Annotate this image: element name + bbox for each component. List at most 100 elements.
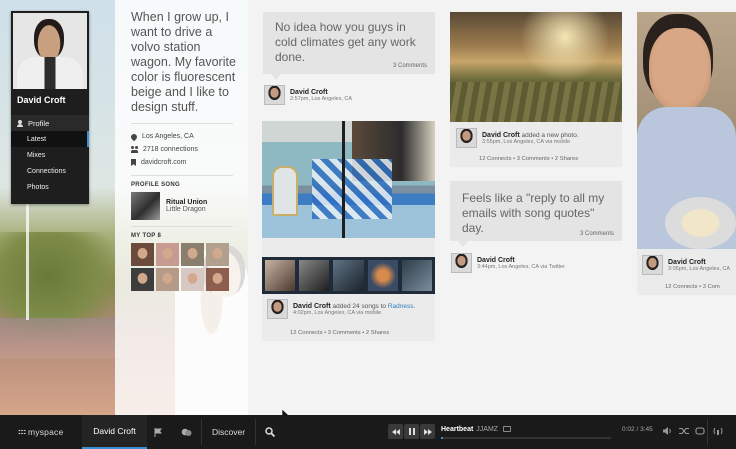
author-name[interactable]: David Croft bbox=[482, 132, 520, 139]
song-thumb-1[interactable] bbox=[265, 260, 296, 291]
top8-friend-avatar[interactable] bbox=[131, 268, 154, 291]
image-blue-stripes bbox=[312, 159, 392, 219]
profile-card: David Croft Profile Latest Mixes Connect… bbox=[11, 11, 89, 204]
bar-divider bbox=[255, 419, 256, 445]
menu-profile-label: Profile bbox=[28, 118, 50, 128]
songs-post-card[interactable]: David Croft added 24 songs to Radness. 4… bbox=[262, 121, 435, 341]
website-row[interactable]: davidcroft.com bbox=[131, 156, 233, 169]
location-text: Los Angeles, CA bbox=[142, 133, 194, 140]
song-artist[interactable]: Little Dragon bbox=[166, 206, 207, 213]
post-stats[interactable]: 12 Connects • 3 Comments • 2 Shares bbox=[290, 330, 389, 336]
background-pole bbox=[26, 200, 29, 320]
photo-sun-glow bbox=[520, 12, 610, 82]
top8-friend-avatar[interactable] bbox=[156, 268, 179, 291]
photo-post-card[interactable]: David Croft added a new photo. 3:55pm, L… bbox=[450, 12, 622, 167]
connections-text[interactable]: 2718 connections bbox=[143, 146, 198, 153]
flag-icon[interactable] bbox=[154, 415, 163, 449]
previous-track-button[interactable] bbox=[388, 424, 403, 439]
track-artist[interactable]: JJAMZ bbox=[476, 426, 498, 433]
menu-item-mixes[interactable]: Mixes bbox=[11, 147, 89, 163]
info-icon[interactable] bbox=[503, 426, 512, 433]
menu-item-latest[interactable]: Latest bbox=[11, 131, 89, 147]
nav-user-profile[interactable]: David Croft bbox=[82, 415, 147, 449]
top8-friend-avatar[interactable] bbox=[181, 243, 204, 266]
menu-item-connections[interactable]: Connections bbox=[11, 163, 89, 179]
author-avatar[interactable] bbox=[456, 128, 477, 148]
song-thumb-4[interactable] bbox=[367, 260, 398, 291]
playlist-link[interactable]: Radness. bbox=[388, 303, 415, 310]
top8-friend-avatar[interactable] bbox=[181, 268, 204, 291]
comments-link[interactable]: 3 Comments bbox=[580, 231, 614, 237]
track-time: 0:02 / 3:45 bbox=[622, 426, 653, 433]
volume-icon[interactable] bbox=[663, 427, 672, 437]
location-row: Los Angeles, CA bbox=[129, 130, 233, 143]
top8-friend-avatar[interactable] bbox=[156, 243, 179, 266]
post-meta: 3:44pm, Los Angeles, CA via Twitter bbox=[477, 263, 565, 270]
shuffle-icon[interactable] bbox=[679, 427, 689, 437]
song-cover-art[interactable] bbox=[131, 192, 160, 220]
song-title[interactable]: Ritual Union bbox=[166, 199, 207, 206]
author-avatar[interactable] bbox=[264, 85, 285, 105]
rewind-icon bbox=[391, 428, 400, 435]
chat-icon[interactable] bbox=[181, 415, 192, 449]
bottom-navigation-bar: myspace David Croft Discover Heartbeat JJ… bbox=[0, 415, 736, 449]
songs-post-attribution: David Croft added 24 songs to Radness. 4… bbox=[267, 299, 415, 319]
divider bbox=[131, 123, 233, 124]
author-avatar[interactable] bbox=[267, 299, 288, 319]
top8-friend-avatar[interactable] bbox=[206, 243, 229, 266]
photo-person-face bbox=[649, 28, 711, 110]
now-playing[interactable]: Heartbeat JJAMZ bbox=[441, 426, 512, 433]
author-name[interactable]: David Croft bbox=[293, 303, 331, 310]
photo-plate bbox=[665, 197, 736, 249]
tweet-card[interactable]: Feels like a "reply to all my emails wit… bbox=[450, 181, 622, 247]
connections-row[interactable]: 2718 connections bbox=[131, 143, 233, 156]
author-avatar[interactable] bbox=[451, 253, 472, 273]
menu-item-photos[interactable]: Photos bbox=[11, 179, 89, 195]
photo-post-card-2[interactable]: David Croft 3:05pm, Los Angeles, CA 12 C… bbox=[637, 12, 736, 295]
track-progress-bar[interactable] bbox=[441, 437, 611, 439]
myspace-logo[interactable]: myspace bbox=[18, 415, 63, 449]
profile-song-label: PROFILE SONG bbox=[131, 182, 180, 188]
user-icon bbox=[17, 119, 23, 127]
top8-friend-avatar[interactable] bbox=[206, 268, 229, 291]
status-card[interactable]: No idea how you guys in cold climates ge… bbox=[263, 12, 435, 80]
profile-photo[interactable] bbox=[13, 13, 87, 89]
broadcast-icon[interactable] bbox=[713, 427, 723, 437]
discover-button[interactable]: Discover bbox=[212, 415, 245, 449]
post-stats[interactable]: 12 Connects • 3 Com bbox=[665, 284, 720, 290]
profile-song[interactable]: Ritual Union Little Dragon bbox=[131, 192, 233, 220]
song-thumb-3[interactable] bbox=[333, 260, 364, 291]
top8-grid bbox=[131, 243, 233, 291]
pause-button[interactable] bbox=[404, 424, 419, 439]
top8-friend-avatar[interactable] bbox=[131, 243, 154, 266]
post-photo[interactable] bbox=[637, 12, 736, 249]
post-meta: 2:57pm, Los Angeles, CA bbox=[290, 95, 353, 102]
post-meta: 3:55pm, Los Angeles, CA via mobile bbox=[482, 138, 571, 145]
speech-tail bbox=[458, 241, 468, 247]
menu-profile[interactable]: Profile bbox=[11, 115, 89, 131]
post-photo[interactable] bbox=[450, 12, 622, 122]
profile-name: David Croft bbox=[17, 95, 66, 105]
comments-link[interactable]: 3 Comments bbox=[393, 63, 427, 69]
author-name[interactable]: David Croft bbox=[668, 259, 706, 266]
author-name[interactable]: David Croft bbox=[477, 257, 515, 264]
speech-tail bbox=[271, 74, 281, 80]
author-avatar[interactable] bbox=[642, 255, 663, 275]
track-title[interactable]: Heartbeat bbox=[441, 426, 473, 433]
song-thumb-5[interactable] bbox=[401, 260, 433, 291]
post-image[interactable] bbox=[262, 121, 435, 238]
website-link[interactable]: davidcroft.com bbox=[141, 159, 187, 166]
post-stats[interactable]: 12 Connects • 3 Comments • 2 Shares bbox=[479, 156, 578, 162]
profile-quote: When I grow up, I want to drive a volvo … bbox=[131, 10, 236, 114]
repeat-icon[interactable] bbox=[695, 427, 705, 437]
pause-icon bbox=[408, 428, 415, 435]
author-name[interactable]: David Croft bbox=[290, 89, 328, 96]
divider bbox=[131, 226, 233, 227]
tweet-attribution: David Croft 3:44pm, Los Angeles, CA via … bbox=[451, 253, 565, 273]
song-thumb-2[interactable] bbox=[299, 260, 330, 291]
photo-post-2-attribution: David Croft 3:05pm, Los Angeles, CA bbox=[642, 255, 730, 275]
bookmark-icon bbox=[131, 159, 136, 166]
next-track-button[interactable] bbox=[420, 424, 435, 439]
track-progress-fill bbox=[441, 437, 443, 439]
search-icon[interactable] bbox=[265, 415, 275, 449]
